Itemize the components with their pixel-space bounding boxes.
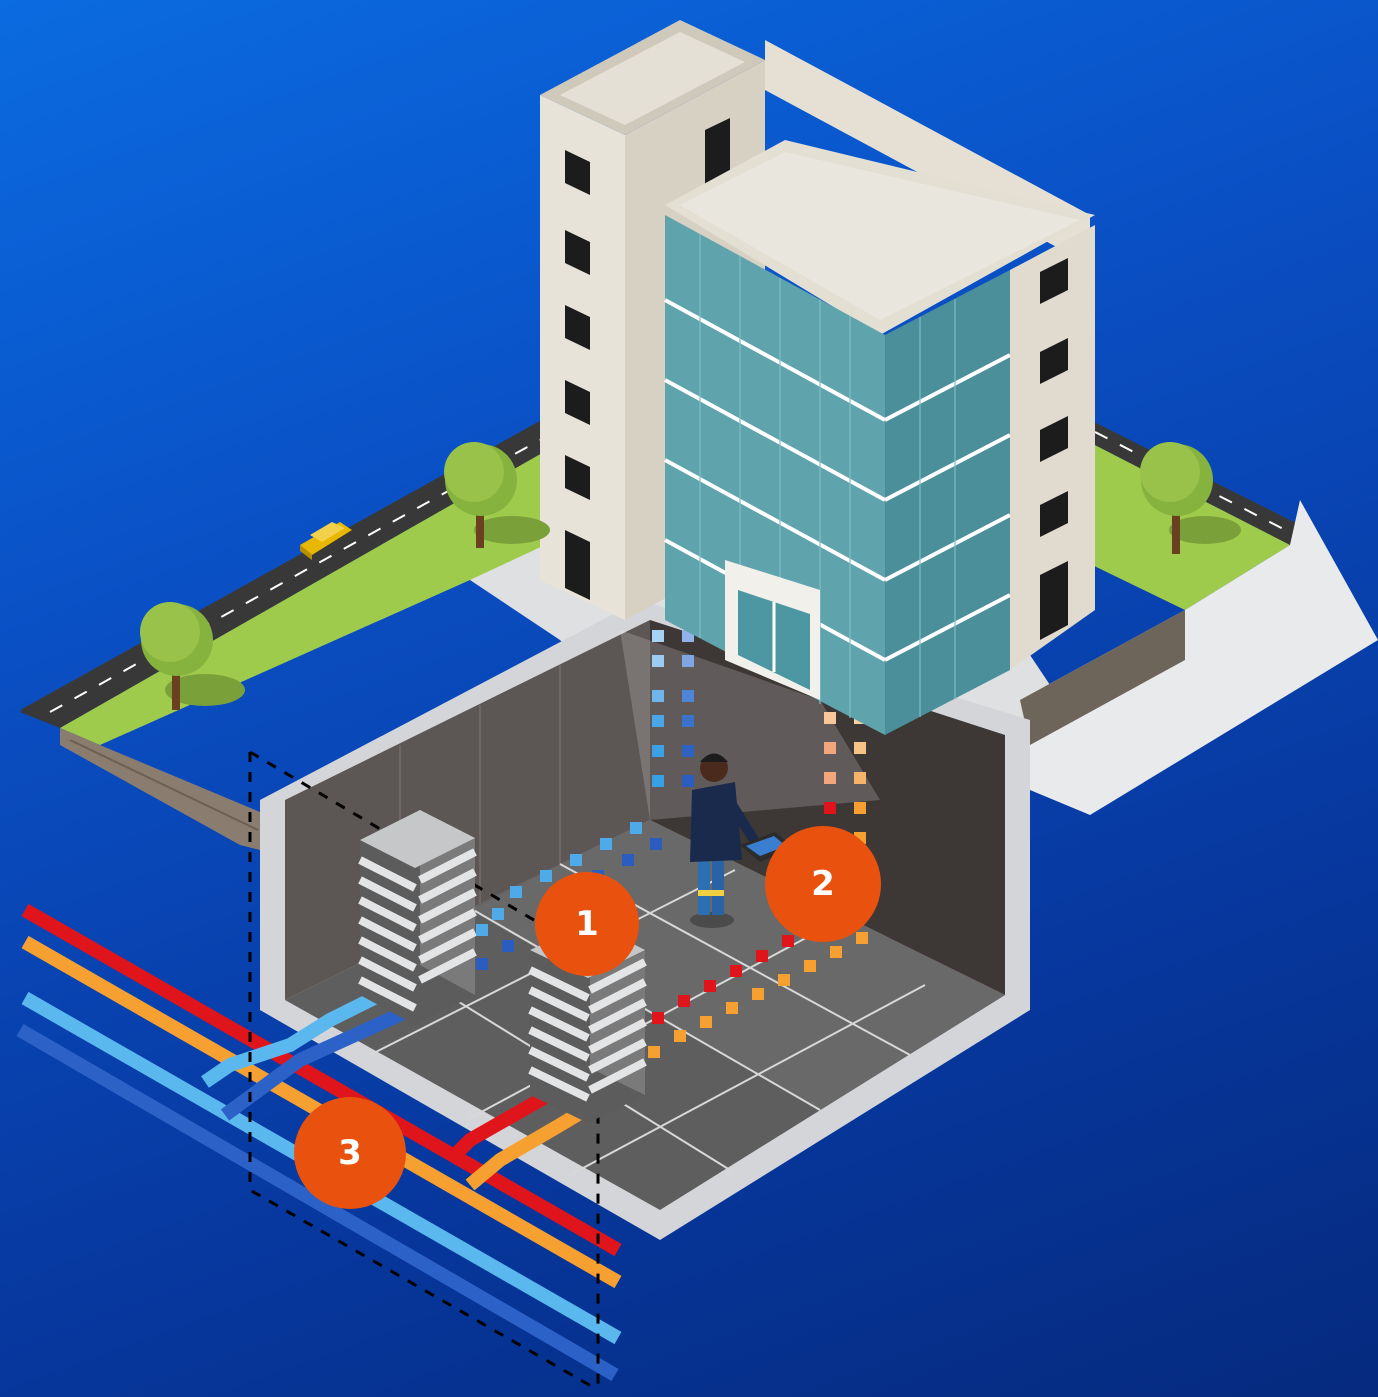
glass-facade-right	[885, 270, 1010, 735]
badge-1: 1	[535, 872, 639, 976]
badge-1-label: 1	[575, 904, 599, 944]
badge-2-label: 2	[811, 864, 835, 904]
server-rack-back	[358, 810, 477, 1025]
badge-3: 3	[294, 1097, 406, 1209]
data-center-isometric-diagram: 1 2 3	[16, 20, 1378, 1392]
soil-line	[69, 739, 259, 831]
soil-left	[60, 728, 260, 850]
badge-3-label: 3	[338, 1133, 362, 1173]
badge-2: 2	[765, 826, 881, 942]
